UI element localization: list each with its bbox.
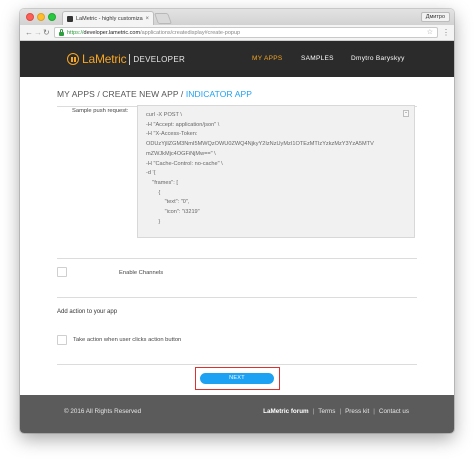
next-button[interactable]: NEXT: [200, 373, 274, 384]
add-action-heading: Add action to your app: [57, 309, 118, 315]
site-footer: © 2016 All Rights Reserved LaMetric foru…: [20, 395, 454, 433]
code-line: "text": "0",: [146, 199, 190, 206]
code-line: ODUzYjllZGM3NmI5MWQzOWU0ZWQ4NjkyY2IzNzUy…: [146, 141, 374, 148]
site-header: LaMetric DEVELOPER MY APPS SAMPLES Dmytr…: [20, 41, 454, 77]
breadcrumb-create-new-app[interactable]: CREATE NEW APP: [102, 89, 178, 99]
sample-push-label: Sample push request:: [72, 108, 129, 114]
enable-channels-label: Enable Channels: [119, 270, 164, 276]
profile-button[interactable]: Дмитро: [420, 12, 450, 22]
browser-toolbar: ← → ↻ https:// developer.lametric.com /a…: [20, 25, 454, 41]
code-line: "icon": "i3219": [146, 209, 200, 216]
code-lines: curl -X POST \ -H "Accept: application/js…: [146, 111, 406, 227]
address-bar[interactable]: https:// developer.lametric.com /applica…: [54, 27, 438, 38]
breadcrumb-current: INDICATOR APP: [185, 89, 253, 99]
footer-link-press-kit[interactable]: Press kit: [345, 408, 369, 415]
tab-bar: LaMetric - highly customizable × Дмитро: [20, 9, 454, 25]
tab-title: LaMetric - highly customizable: [76, 15, 144, 22]
star-icon[interactable]: ☆: [427, 28, 433, 36]
logo-brand: LaMetric: [82, 52, 127, 66]
code-line: -H "X-Access-Token:: [146, 131, 198, 138]
url-scheme: https://: [67, 29, 84, 36]
nav-samples[interactable]: SAMPLES: [301, 55, 334, 62]
code-line: -H "Cache-Control: no-cache" \: [146, 160, 223, 167]
code-line: }: [146, 218, 161, 225]
footer-copyright: © 2016 All Rights Reserved: [64, 408, 142, 415]
favicon-icon: [67, 15, 73, 22]
code-line: {: [146, 189, 161, 196]
footer-link-terms[interactable]: Terms: [318, 408, 335, 415]
url-path: /applications/createdisplay#create-popup: [140, 29, 241, 36]
url-host: developer.lametric.com: [83, 29, 141, 36]
forward-arrow-icon[interactable]: →: [34, 28, 42, 38]
kebab-menu-icon[interactable]: ⋮: [442, 28, 450, 37]
reload-icon[interactable]: ↻: [43, 28, 50, 38]
code-line: -d '{: [146, 170, 156, 177]
nav-my-apps[interactable]: MY APPS: [252, 55, 283, 62]
browser-tab[interactable]: LaMetric - highly customizable ×: [62, 11, 154, 25]
new-tab-button[interactable]: [153, 13, 173, 24]
footer-link-forum[interactable]: LaMetric forum: [263, 408, 308, 415]
footer-link-contact[interactable]: Contact us: [379, 408, 409, 415]
section-divider: [57, 364, 417, 365]
breadcrumb-my-apps[interactable]: MY APPS: [57, 89, 95, 99]
take-action-label: Take action when user clicks action butt…: [73, 337, 182, 343]
zoom-window-button[interactable]: [48, 13, 56, 21]
breadcrumb: MY APPS / CREATE NEW APP / INDICATOR APP: [57, 89, 252, 99]
lock-icon: [59, 28, 64, 36]
footer-separator: |: [339, 408, 342, 415]
take-action-checkbox[interactable]: [57, 335, 67, 345]
footer-links: LaMetric forum | Terms | Press kit | Contact u…: [263, 408, 409, 415]
code-line: -H "Accept: application/json" \: [146, 121, 220, 128]
enable-channels-checkbox[interactable]: [57, 267, 67, 277]
back-arrow-icon[interactable]: ←: [25, 28, 33, 38]
minimize-window-button[interactable]: [37, 13, 45, 21]
lametric-logo[interactable]: LaMetric DEVELOPER: [67, 52, 185, 66]
code-line: "frames": [: [146, 179, 178, 186]
section-divider: [57, 258, 417, 259]
sample-push-code[interactable]: curl -X POST \ -H "Accept: application/js…: [137, 105, 415, 238]
breadcrumb-separator: /: [178, 89, 186, 99]
browser-window: LaMetric - highly customizable × Дмитро …: [20, 9, 454, 433]
lametric-logo-icon: [67, 53, 79, 65]
footer-separator: |: [373, 408, 375, 415]
footer-separator: |: [312, 408, 315, 415]
copy-icon[interactable]: [403, 110, 409, 117]
code-line: mZWJkMjc4OGFiNjMw==" \: [146, 150, 216, 157]
code-line: curl -X POST \: [146, 112, 182, 118]
logo-sub: DEVELOPER: [133, 54, 186, 64]
logo-divider: [129, 53, 131, 65]
close-window-button[interactable]: [26, 13, 34, 21]
nav-user-menu[interactable]: Dmytro Baryskyy: [351, 55, 405, 62]
section-divider: [57, 297, 417, 298]
tab-close-icon[interactable]: ×: [145, 16, 149, 22]
